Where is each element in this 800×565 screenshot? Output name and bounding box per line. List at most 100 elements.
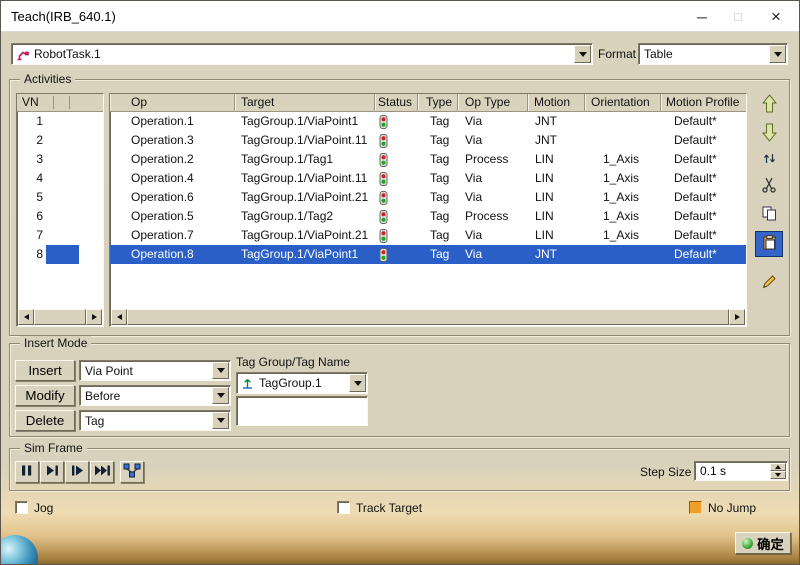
ok-button-label: 确定 [757, 536, 784, 552]
vn-row[interactable]: 3 [17, 150, 103, 169]
vn-row[interactable]: 7 [17, 226, 103, 245]
cell-motion: LIN [535, 152, 554, 166]
status-light-icon [375, 245, 418, 264]
no-jump-checkbox[interactable] [689, 501, 702, 514]
chevron-down-icon [216, 393, 225, 398]
spinner-down-button[interactable] [770, 471, 786, 479]
cut-button[interactable] [755, 173, 783, 199]
vn-row[interactable]: 5 [17, 188, 103, 207]
modify-pen-button[interactable] [755, 270, 783, 296]
column-divider [69, 96, 70, 109]
cell-target: TagGroup.1/ViaPoint.11 [241, 171, 368, 185]
vn-row[interactable]: 8 [17, 245, 103, 264]
target-type-combo[interactable]: Tag [79, 410, 231, 431]
vn-row[interactable]: 2 [17, 131, 103, 150]
step-size-spinner [770, 463, 786, 479]
status-light-icon [375, 207, 418, 226]
vn-h-scrollbar[interactable] [18, 309, 102, 325]
table-row[interactable]: Operation.3 TagGroup.1/ViaPoint.11 Tag Via J… [110, 131, 746, 150]
pen-icon [762, 274, 777, 292]
insert-type-combo[interactable]: Via Point [79, 360, 231, 381]
column-header-status: Status [375, 94, 418, 111]
dropdown-button[interactable] [212, 412, 229, 429]
cell-motion-profile: Default* [674, 190, 717, 204]
scroll-left-button[interactable] [18, 309, 34, 325]
cell-op: Operation.3 [131, 133, 194, 147]
paste-button[interactable] [755, 231, 783, 257]
robot-task-combo[interactable]: RobotTask.1 [11, 43, 593, 65]
ok-button[interactable]: 确定 [735, 532, 791, 554]
vn-number: 2 [36, 133, 43, 147]
vn-row[interactable]: 1 [17, 112, 103, 131]
dropdown-button[interactable] [574, 45, 591, 63]
pause-button[interactable] [15, 461, 39, 483]
scrollbar-track[interactable] [127, 309, 729, 325]
robot-task-icon [12, 48, 29, 61]
maximize-button[interactable]: □ [721, 1, 755, 32]
cell-op-type: Via [465, 171, 483, 185]
paste-icon [762, 235, 776, 253]
cell-type: Tag [430, 133, 450, 147]
move-down-button[interactable] [755, 121, 783, 147]
activities-h-scrollbar[interactable] [111, 309, 745, 325]
vn-table-body: 1 2 3 4 5 6 7 8 [17, 112, 103, 264]
status-light-icon [375, 131, 418, 150]
minimize-button[interactable]: ─ [685, 1, 719, 32]
status-light-icon [375, 112, 418, 131]
scrollbar-track[interactable] [34, 309, 86, 325]
track-target-checkbox[interactable] [337, 501, 350, 514]
move-down-icon [761, 123, 777, 145]
step-forward-button[interactable] [40, 461, 64, 483]
vn-row[interactable]: 6 [17, 207, 103, 226]
close-button[interactable]: × [759, 1, 793, 32]
jog-checkbox[interactable] [15, 501, 28, 514]
copy-button[interactable] [755, 202, 783, 228]
vn-number: 5 [36, 190, 43, 204]
cell-target: TagGroup.1/Tag1 [241, 152, 334, 166]
spinner-up-button[interactable] [770, 463, 786, 471]
scroll-left-button[interactable] [111, 309, 127, 325]
tag-name-list[interactable] [236, 396, 368, 426]
table-row[interactable]: Operation.7 TagGroup.1/ViaPoint.21 Tag Via L… [110, 226, 746, 245]
table-row[interactable]: Operation.1 TagGroup.1/ViaPoint1 Tag Via JNT… [110, 112, 746, 131]
modify-button[interactable]: Modify [15, 385, 75, 406]
table-row[interactable]: Operation.8 TagGroup.1/ViaPoint1 Tag Via JNT… [110, 245, 746, 264]
scroll-right-button[interactable] [729, 309, 745, 325]
dropdown-button[interactable] [769, 45, 786, 63]
activities-table-body: Operation.1 TagGroup.1/ViaPoint1 Tag Via JNT… [110, 112, 746, 264]
delete-button[interactable]: Delete [15, 410, 75, 431]
dropdown-button[interactable] [349, 374, 366, 392]
insert-mode-group-label: Insert Mode [20, 336, 92, 350]
scrollbar-thumb[interactable] [127, 309, 729, 325]
step-size-input[interactable] [696, 463, 769, 479]
sim-graph-button[interactable] [120, 461, 144, 483]
cell-motion-profile: Default* [674, 247, 717, 261]
teach-dialog: Teach(IRB_640.1) ─ □ × RobotTask.1 Forma… [0, 0, 800, 565]
format-label: Format [598, 47, 637, 61]
cell-motion: JNT [535, 114, 557, 128]
insert-button[interactable]: Insert [15, 360, 75, 381]
dropdown-button[interactable] [212, 387, 229, 404]
cell-motion-profile: Default* [674, 152, 717, 166]
reverse-order-button[interactable] [755, 150, 783, 170]
scroll-right-button[interactable] [86, 309, 102, 325]
dropdown-button[interactable] [212, 362, 229, 379]
vn-row[interactable]: 4 [17, 169, 103, 188]
robot-task-value: RobotTask.1 [34, 47, 101, 61]
play-to-next-button[interactable] [65, 461, 89, 483]
cell-op-type: Process [465, 209, 509, 223]
tag-group-combo[interactable]: TagGroup.1 [236, 372, 368, 394]
vn-number: 1 [36, 114, 43, 128]
cell-op-type: Via [465, 247, 483, 261]
table-row[interactable]: Operation.6 TagGroup.1/ViaPoint.21 Tag Via L… [110, 188, 746, 207]
move-up-button[interactable] [755, 92, 783, 118]
insert-position-combo[interactable]: Before [79, 385, 231, 406]
table-row[interactable]: Operation.5 TagGroup.1/Tag2 Tag Process LIN 1… [110, 207, 746, 226]
vn-number: 3 [36, 152, 43, 166]
scrollbar-thumb[interactable] [34, 309, 86, 325]
play-to-end-button[interactable] [90, 461, 114, 483]
table-row[interactable]: Operation.2 TagGroup.1/Tag1 Tag Process LIN 1… [110, 150, 746, 169]
cell-op-type: Via [465, 133, 483, 147]
table-row[interactable]: Operation.4 TagGroup.1/ViaPoint.11 Tag Via L… [110, 169, 746, 188]
format-combo[interactable]: Table [638, 43, 788, 65]
